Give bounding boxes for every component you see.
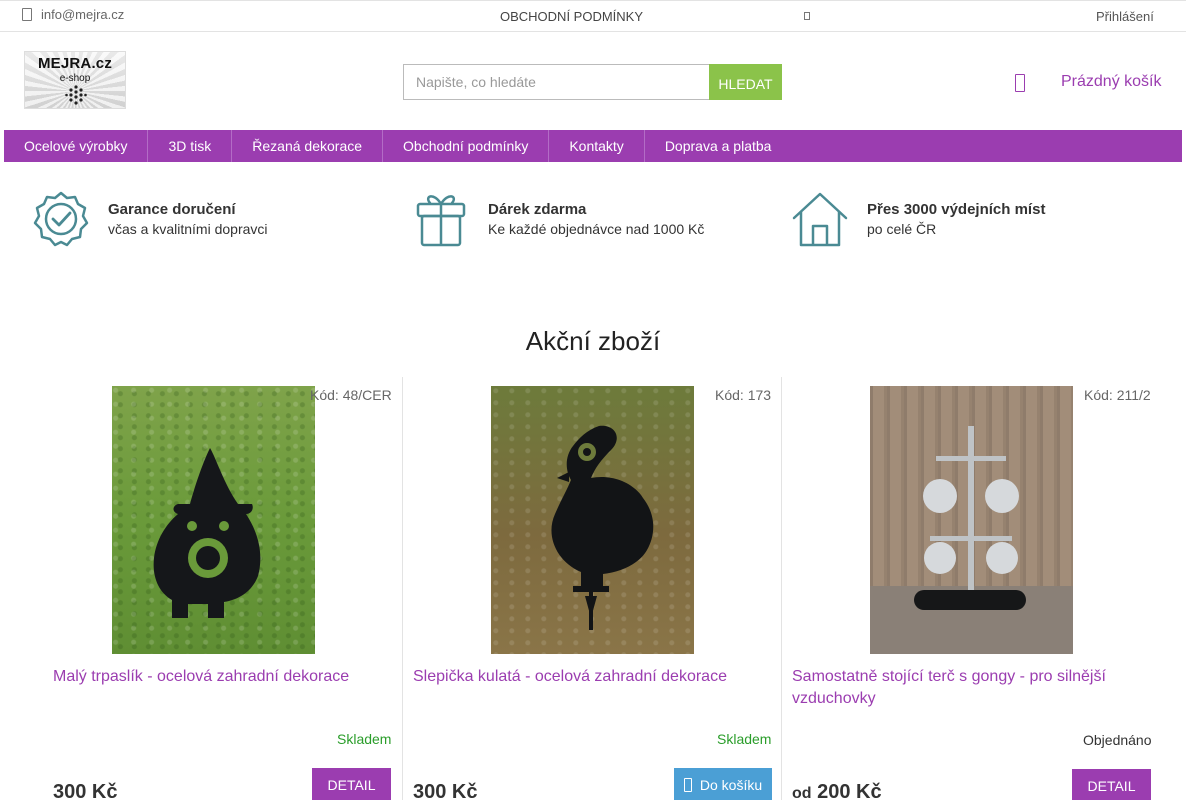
hexagon-cluster-icon — [65, 85, 87, 105]
price-prefix: od — [792, 785, 812, 800]
benefit-title: Garance doručení — [108, 201, 236, 218]
email-text[interactable]: info@mejra.cz — [41, 7, 124, 22]
search-input[interactable] — [403, 64, 709, 100]
nav-item-shipping[interactable]: Doprava a platba — [645, 130, 792, 162]
benefit-title: Dárek zdarma — [488, 201, 587, 218]
detail-button[interactable]: DETAIL — [1072, 769, 1151, 800]
top-terms-link[interactable]: OBCHODNÍ PODMÍNKY — [500, 9, 643, 24]
product-code: Kód: 211/2 — [1084, 387, 1151, 403]
price-value: 300 Kč — [53, 781, 118, 800]
top-bar: info@mejra.cz OBCHODNÍ PODMÍNKY Přihláše… — [0, 0, 1186, 32]
hen-silhouette — [551, 425, 654, 630]
product-card: Kód: 48/CER Malý trpaslík - ocelová zahr… — [23, 377, 401, 800]
benefit-subtitle: Ke každé objednávce nad 1000 Kč — [488, 221, 705, 237]
badge-check-icon — [33, 191, 89, 247]
benefit-subtitle: po celé ČR — [867, 221, 937, 237]
nav-item-terms[interactable]: Obchodní podmínky — [383, 130, 550, 162]
logo-subtitle: e-shop — [59, 73, 91, 84]
nav-item-contacts[interactable]: Kontakty — [549, 130, 645, 162]
small-device-icon[interactable] — [804, 12, 810, 20]
nav-item-cut-decor[interactable]: Řezaná dekorace — [232, 130, 384, 162]
logo-title: MEJRA.cz — [37, 55, 113, 72]
stock-status: Objednáno — [1083, 732, 1152, 748]
benefit-delivery: Garance doručení včas a kvalitními dopra… — [32, 190, 268, 248]
house-icon — [792, 192, 848, 247]
phone-icon — [22, 8, 32, 21]
benefit-subtitle: včas a kvalitními dopravci — [108, 221, 268, 237]
product-image[interactable] — [870, 386, 1073, 654]
email-contact[interactable]: info@mejra.cz — [22, 7, 124, 22]
shopping-bag-icon — [683, 778, 692, 792]
product-image[interactable] — [491, 386, 694, 654]
product-image[interactable] — [112, 386, 315, 654]
add-to-cart-button[interactable]: Do košíku — [674, 768, 772, 800]
product-code: Kód: 173 — [715, 387, 772, 403]
benefit-title: Přes 3000 výdejních míst — [867, 201, 1046, 218]
gnome-silhouette — [153, 448, 261, 618]
gong-target-silhouette — [870, 426, 1073, 654]
product-price: 300 Kč — [53, 781, 118, 800]
section-title: Akční zboží — [525, 326, 661, 356]
shopping-bag-icon[interactable] — [1015, 74, 1025, 92]
product-price: od 200 Kč — [792, 781, 882, 800]
site-logo[interactable]: MEJRA.cz e-shop — [24, 51, 126, 109]
product-name-link[interactable]: Slepička kulatá - ocelová zahradní dekor… — [413, 666, 743, 688]
benefit-pickup: Přes 3000 výdejních míst po celé ČR — [791, 190, 1045, 248]
stock-status: Skladem — [717, 731, 772, 747]
product-name-link[interactable]: Malý trpaslík - ocelová zahradní dekorac… — [53, 666, 383, 688]
product-code: Kód: 48/CER — [310, 387, 392, 403]
nav-item-3d-print[interactable]: 3D tisk — [148, 130, 233, 162]
product-price: 300 Kč — [413, 781, 478, 800]
price-value: 200 Kč — [817, 781, 882, 800]
main-nav: Ocelové výrobky 3D tisk Řezaná dekorace … — [4, 130, 1182, 162]
search-bar: HLEDAT — [403, 64, 782, 100]
search-button[interactable]: HLEDAT — [709, 64, 782, 100]
add-to-cart-label: Do košíku — [699, 777, 763, 793]
product-card: Kód: 173 Slepička kulatá - ocelová zahra… — [402, 377, 780, 800]
product-name-link[interactable]: Samostatně stojící terč s gongy - pro si… — [792, 666, 1132, 710]
gift-icon — [416, 195, 466, 247]
price-value: 300 Kč — [413, 781, 478, 800]
cart-link[interactable]: Prázdný košík — [1061, 73, 1161, 91]
benefit-gift: Dárek zdarma Ke každé objednávce nad 100… — [412, 190, 704, 248]
product-card: Kód: 211/2 Samostatně stojící terč s gon… — [781, 377, 1186, 800]
login-link[interactable]: Přihlášení — [1096, 9, 1154, 24]
stock-status: Skladem — [337, 731, 392, 747]
detail-button[interactable]: DETAIL — [312, 768, 391, 800]
nav-item-steel-products[interactable]: Ocelové výrobky — [4, 130, 149, 162]
